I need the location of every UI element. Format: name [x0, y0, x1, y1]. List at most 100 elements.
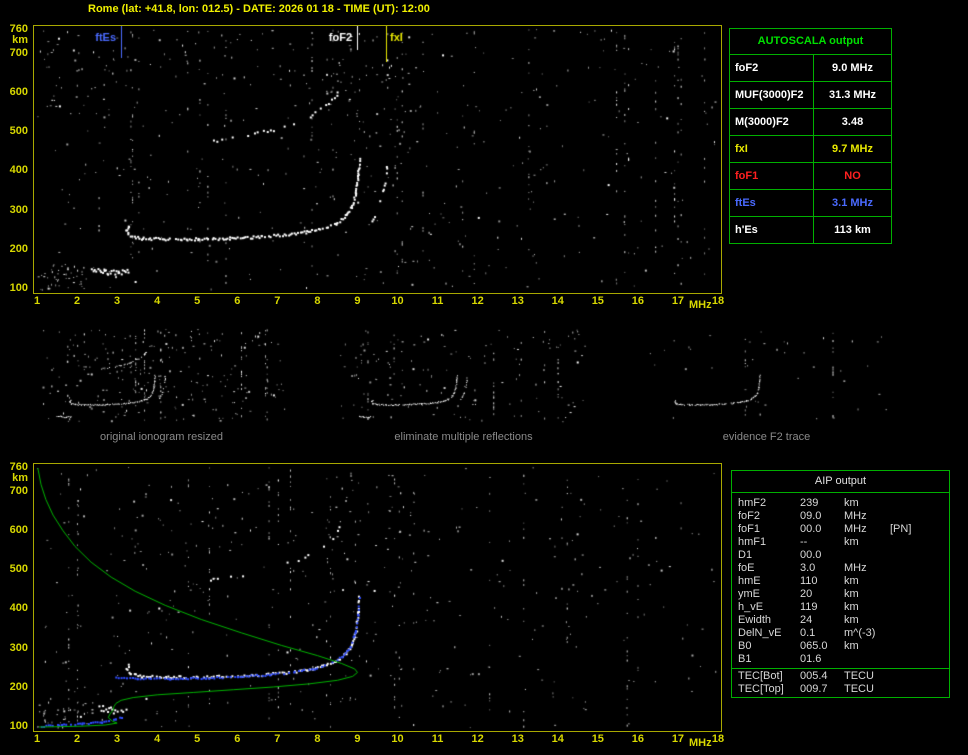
x-axis-tick-label: 14 — [551, 733, 564, 745]
x-axis-tick-label: 11 — [431, 733, 444, 745]
x-axis-tick-label: 8 — [314, 733, 321, 745]
autoscala-output-table: AUTOSCALA output foF2 9.0 MHz MUF(3000)F2 3… — [729, 28, 892, 244]
x-axis-tick-label: 12 — [471, 733, 484, 745]
y-axis-tick-label: 200 — [9, 242, 28, 255]
autoscala-param-name: MUF(3000)F2 — [730, 82, 814, 108]
aip-row: B1 01.6 — [732, 653, 949, 666]
thumbnail-caption-original: original ionogram resized — [100, 431, 223, 443]
aip-param-value: 119 — [800, 601, 818, 613]
x-axis-tick-label: 18 — [711, 733, 725, 745]
aip-param-name: B1 — [738, 653, 752, 665]
aip-param-unit: km — [844, 588, 859, 600]
x-axis-tick-label: 6 — [234, 295, 241, 307]
y-axis-tick-label: 700 — [9, 46, 28, 59]
aip-row: TEC[Top] 009.7 TECU — [732, 683, 949, 696]
x-axis-tick-label: 10 — [391, 295, 404, 307]
x-axis-tick-label: 11 — [431, 295, 444, 307]
aip-param-value: 3.0 — [800, 562, 816, 574]
aip-param-name: hmF1 — [738, 536, 767, 548]
y-axis-tick-label: 400 — [9, 602, 28, 615]
x-axis-tick-label: 16 — [631, 295, 644, 307]
aip-tec-separator — [732, 668, 949, 669]
autoscala-table-body: foF2 9.0 MHz MUF(3000)F2 31.3 MHz M(3000)F2 3… — [730, 54, 891, 243]
page-title: Rome (lat: +41.8, lon: 012.5) - DATE: 20… — [88, 3, 430, 15]
aip-param-unit: km — [844, 614, 859, 626]
autoscala-row: ftEs 3.1 MHz — [730, 189, 891, 216]
x-axis-tick-label: 6 — [234, 733, 241, 745]
aip-param-unit: MHz — [844, 562, 867, 574]
x-axis-tick-label: 14 — [551, 295, 564, 307]
aip-param-note — [890, 683, 949, 696]
y-axis-tick-label: 300 — [9, 203, 28, 216]
aip-param-name: foF1 — [738, 523, 761, 535]
aip-param-note: [PN] — [890, 523, 912, 535]
aip-param-note — [890, 653, 949, 666]
aip-param-unit — [844, 653, 890, 666]
x-axis-tick-label: 3 — [114, 295, 121, 307]
x-axis-tick-label: 15 — [591, 733, 604, 745]
aip-param-value: 20 — [800, 588, 813, 600]
thumbnail-multiple-reflections-removed — [337, 326, 590, 425]
y-axis-tick-label: 760 — [9, 23, 28, 35]
aip-param-note — [890, 601, 949, 614]
aip-param-name: foF2 — [738, 510, 761, 522]
y-axis-tick-label: 100 — [9, 720, 28, 732]
x-axis-tick-label: 9 — [354, 295, 361, 307]
aip-table-body: hmF2 239 km foF2 09.0 MHz foF1 00.0 MHz [PN] hmF1 -… — [732, 493, 949, 696]
aip-row: h_vE 119 km — [732, 601, 949, 614]
x-axis-tick-label: 17 — [671, 295, 685, 307]
aip-param-name: hmF2 — [738, 497, 767, 509]
aip-row: ymE 20 km — [732, 588, 949, 601]
autoscala-param-name: h'Es — [730, 217, 814, 243]
aip-param-value: 09.0 — [800, 510, 822, 522]
autoscala-param-name: fxI — [730, 136, 814, 162]
x-axis-tick-label: 13 — [511, 295, 524, 307]
aip-row: TEC[Bot] 005.4 TECU — [732, 670, 949, 683]
x-axis-tick-label: 8 — [314, 295, 321, 307]
profile-plot: km MHz 100 200 300 400 500 600 700 760 1 2 3 4 5 6 7 8 9… — [0, 461, 760, 755]
aip-param-note — [890, 562, 949, 575]
autoscala-param-name: foF1 — [730, 163, 814, 189]
aip-row: hmF1 -- km — [732, 536, 949, 549]
aip-output-table: AIP output hmF2 239 km foF2 09.0 MHz foF1 00.0 M… — [731, 470, 950, 698]
aip-param-value: 110 — [800, 575, 818, 587]
aip-param-note — [890, 497, 949, 510]
autoscala-param-value: NO — [844, 170, 861, 182]
x-axis-tick-label: 4 — [154, 295, 161, 307]
aip-param-note — [890, 640, 949, 653]
aip-param-value: 01.6 — [800, 653, 822, 665]
aip-param-name: foE — [738, 562, 755, 574]
aip-row: D1 00.0 — [732, 549, 949, 562]
x-axis-tick-label: 15 — [591, 295, 604, 307]
x-axis-tick-label: 9 — [354, 733, 361, 745]
aip-param-value: 24 — [800, 614, 813, 626]
y-axis-tick-label: 100 — [9, 282, 28, 294]
y-axis-tick-label: 600 — [9, 85, 28, 98]
x-axis-tick-label: 5 — [194, 733, 201, 745]
aip-param-name: B0 — [738, 640, 752, 652]
aip-param-name: TEC[Bot] — [738, 670, 783, 682]
aip-param-value: 065.0 — [800, 640, 828, 652]
autoscala-param-value: 9.0 MHz — [832, 62, 873, 74]
autoscala-param-value: 9.7 MHz — [832, 143, 873, 155]
aip-param-unit — [844, 549, 890, 562]
aip-param-value: 0.1 — [800, 627, 816, 639]
aip-row: B0 065.0 km — [732, 640, 949, 653]
y-axis-tick-label: 500 — [9, 563, 28, 576]
aip-param-name: DelN_vE — [738, 627, 782, 639]
aip-param-note — [890, 614, 949, 627]
y-axis-tick-label: 200 — [9, 680, 28, 693]
aip-param-name: Ewidth — [738, 614, 772, 626]
thumbnail-original-ionogram — [35, 326, 288, 425]
aip-param-unit: MHz — [844, 510, 867, 522]
aip-row: hmE 110 km — [732, 575, 949, 588]
y-axis-unit-label: km — [12, 472, 28, 484]
aip-row: hmF2 239 km — [732, 497, 949, 510]
autoscala-param-value: 31.3 MHz — [828, 89, 877, 101]
autoscala-param-name: M(3000)F2 — [730, 109, 814, 135]
aip-param-note — [890, 549, 949, 562]
aip-param-name: ymE — [738, 588, 760, 600]
autoscala-param-value: 3.48 — [841, 116, 864, 128]
aip-param-unit: km — [844, 497, 859, 509]
x-axis-tick-label: 7 — [274, 295, 281, 307]
